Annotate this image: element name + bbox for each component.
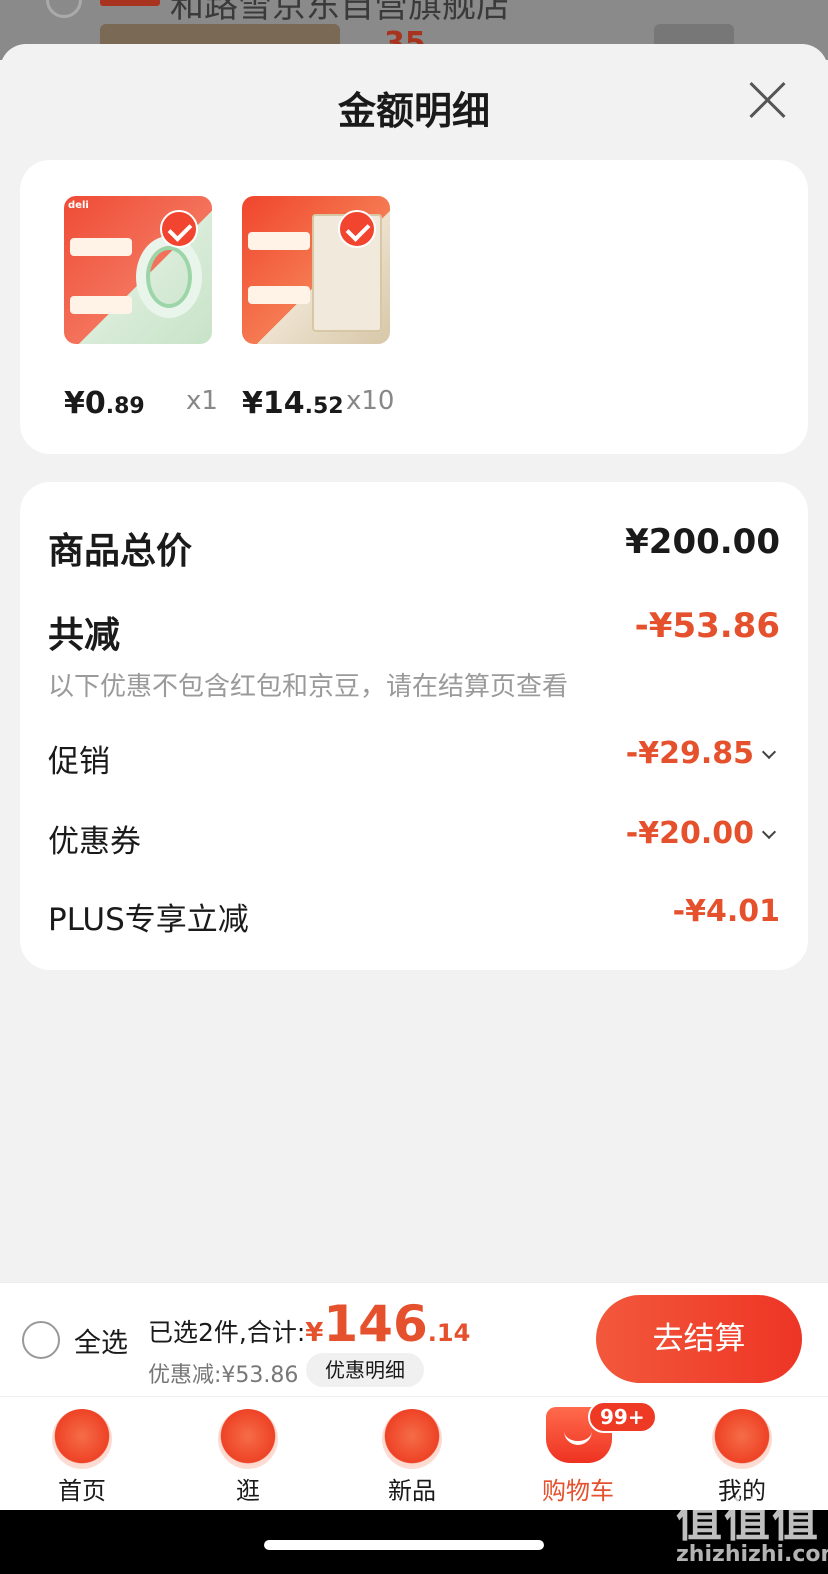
plus-discount-value: -¥4.01: [672, 894, 780, 929]
sheet-title: 金额明细: [337, 89, 490, 133]
plus-discount-label: PLUS专享立减: [48, 902, 249, 938]
cart-count-badge: 99+: [588, 1401, 657, 1433]
total-reduction-label: 共减: [48, 615, 121, 656]
total-currency: ¥: [305, 1318, 324, 1348]
tab-home[interactable]: 首页: [12, 1397, 152, 1511]
tab-cart[interactable]: 99+ 购物车: [508, 1397, 657, 1511]
tab-label: 逛: [236, 1477, 260, 1505]
selected-check-icon: [160, 210, 198, 248]
browse-icon: [218, 1409, 278, 1469]
chevron-down-icon[interactable]: [761, 824, 777, 840]
close-icon[interactable]: [744, 76, 792, 124]
watermark-url: zhizhizhi.com: [676, 1542, 828, 1567]
promo-label-graphic: [70, 238, 132, 256]
total-reduction-value: -¥53.86: [634, 606, 780, 646]
background-shop-tag: [100, 0, 160, 6]
goods-price: ¥0.89: [64, 386, 145, 421]
total-amount-integer: 146: [323, 1295, 428, 1353]
selected-count-text: 已选2件,合计:: [148, 1318, 306, 1347]
goods-quantity: x1: [186, 386, 218, 416]
promo-label-graphic: [248, 286, 310, 304]
product-thumbnail-tape: deli: [64, 196, 212, 344]
tab-label: 新品: [388, 1477, 436, 1505]
discount-detail-button[interactable]: 优惠明细: [306, 1353, 424, 1387]
tab-label: 购物车: [542, 1477, 614, 1505]
goods-price: ¥14.52: [242, 386, 344, 421]
goods-item[interactable]: ¥14.52 x10: [242, 196, 394, 421]
select-all-checkbox[interactable]: [22, 1321, 60, 1359]
chevron-down-icon[interactable]: [761, 744, 777, 760]
amount-breakdown-card: 商品总价 ¥200.00 共减 -¥53.86 以下优惠不包含红包和京豆，请在结…: [20, 482, 808, 970]
profile-icon: [712, 1409, 772, 1469]
coupon-value-wrap: -¥20.00: [625, 816, 777, 851]
total-price-value: ¥200.00: [625, 522, 780, 562]
tab-label: 首页: [58, 1477, 106, 1505]
home-indicator[interactable]: [264, 1540, 544, 1550]
discount-summary: 优惠减:¥53.86: [148, 1363, 299, 1388]
background-shop-radio: [46, 0, 82, 18]
selected-check-icon: [338, 210, 376, 248]
promotion-value: -¥29.85: [625, 736, 754, 771]
discount-note: 以下优惠不包含红包和京豆，请在结算页查看: [48, 672, 569, 702]
new-products-icon: [382, 1409, 442, 1469]
promotion-label: 促销: [48, 744, 110, 780]
total-amount-decimal: .14: [427, 1319, 471, 1347]
home-icon: [52, 1409, 112, 1469]
promotion-value-wrap: -¥29.85: [625, 736, 777, 771]
background-shop-name: 和路雪京东自营旗舰店: [170, 0, 510, 26]
goods-quantity: x10: [346, 386, 395, 416]
promo-label-graphic: [248, 232, 310, 250]
watermark-logo: 值值值: [676, 1493, 820, 1547]
selected-goods-card: deli ¥0.89 x1 ¥14.52 x10: [20, 160, 808, 454]
coupon-value: -¥20.00: [625, 816, 754, 851]
tab-browse[interactable]: 逛: [178, 1397, 318, 1511]
tab-new-products[interactable]: 新品: [342, 1397, 482, 1511]
checkout-button[interactable]: 去结算: [596, 1295, 802, 1383]
goods-item[interactable]: deli ¥0.89 x1: [64, 196, 218, 421]
promo-label-graphic: [70, 296, 132, 314]
total-price-label: 商品总价: [48, 531, 193, 572]
product-thumbnail-rice: [242, 196, 390, 344]
coupon-label: 优惠券: [48, 824, 141, 860]
brand-logo-icon: deli: [68, 200, 89, 211]
selected-summary: 已选2件,合计:¥146.14: [148, 1295, 470, 1353]
select-all-label[interactable]: 全选: [74, 1321, 128, 1360]
checkout-bar: 全选 已选2件,合计:¥146.14 优惠减:¥53.86 优惠明细 去结算: [0, 1282, 828, 1396]
tape-roll-icon: [136, 236, 202, 318]
